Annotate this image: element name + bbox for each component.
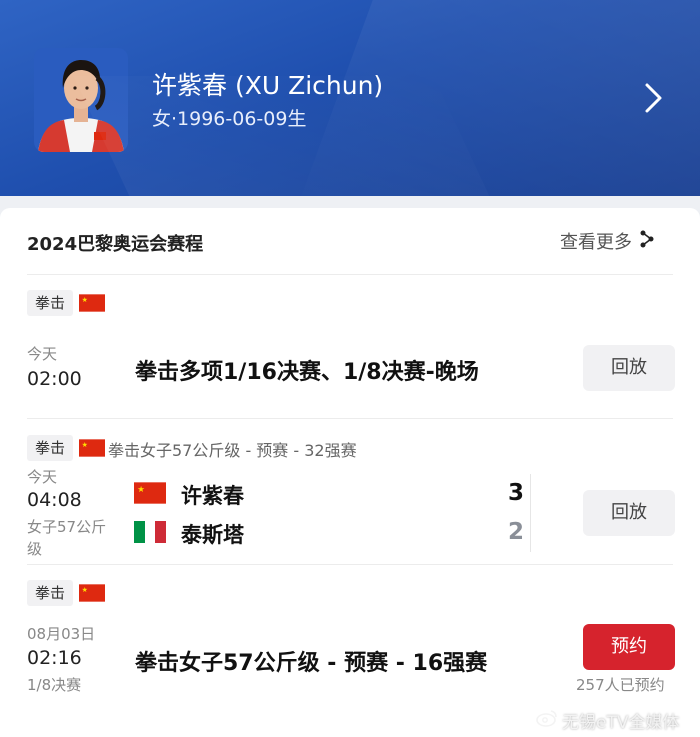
- sport-tag: 拳击: [27, 290, 74, 316]
- replay-button[interactable]: 回放: [583, 345, 675, 391]
- event-day: 今天: [27, 345, 58, 363]
- see-more-label: 查看更多: [560, 232, 632, 253]
- event-note: 1/8决赛: [27, 676, 82, 694]
- see-more-link[interactable]: 查看更多: [560, 228, 654, 254]
- svg-text:★: ★: [137, 485, 145, 495]
- svg-text:★: ★: [82, 296, 88, 304]
- athlete-header[interactable]: 许紫春 (XU Zichun) 女·1996-06-09生: [0, 0, 700, 196]
- competitor-name: 泰斯塔: [181, 523, 244, 547]
- chevron-right-icon[interactable]: [636, 80, 672, 116]
- svg-text:★: ★: [82, 441, 88, 449]
- schedule-card: 2024巴黎奥运会赛程 查看更多 拳击 ★ 今天 02:00 拳击多项1/16决…: [0, 208, 700, 737]
- china-flag-icon: ★: [134, 482, 166, 504]
- competitor-score: 2: [507, 519, 524, 545]
- watermark-text: 无锡eTV全媒体: [562, 713, 680, 733]
- competitor-score: 3: [507, 480, 524, 506]
- svg-text:★: ★: [82, 586, 88, 594]
- more-arrows-icon: [640, 230, 654, 252]
- divider: [27, 564, 673, 565]
- competitor-name: 许紫春: [181, 484, 244, 508]
- athlete-avatar: [34, 48, 128, 152]
- italy-flag-icon: [134, 521, 167, 543]
- event-note: 女子57公斤级: [27, 518, 107, 558]
- event-time: 02:00: [27, 368, 82, 390]
- reserve-button[interactable]: 预约: [583, 624, 675, 670]
- sport-tag: 拳击: [27, 435, 74, 461]
- watermark: 无锡eTV全媒体: [536, 708, 679, 733]
- china-flag-icon: ★: [79, 439, 105, 457]
- divider: [27, 418, 673, 419]
- event-subtitle: 拳击女子57公斤级 - 预赛 - 32强赛: [108, 441, 357, 460]
- replay-button[interactable]: 回放: [583, 490, 675, 536]
- sport-tag: 拳击: [27, 580, 74, 606]
- athlete-name: 许紫春 (XU Zichun): [152, 71, 384, 100]
- reserve-count: 257人已预约: [576, 676, 665, 694]
- athlete-meta: 女·1996-06-09生: [152, 108, 307, 130]
- china-flag-icon: ★: [79, 584, 105, 602]
- china-flag-icon: ★: [79, 294, 105, 312]
- event-time: 02:16: [27, 647, 82, 669]
- score-divider: [530, 474, 531, 552]
- event-day: 08月03日: [27, 625, 96, 643]
- divider: [27, 274, 673, 275]
- event-title[interactable]: 拳击多项1/16决赛、1/8决赛-晚场: [135, 354, 479, 386]
- event-day: 今天: [27, 468, 58, 486]
- weibo-icon: [536, 709, 558, 732]
- schedule-title: 2024巴黎奥运会赛程: [27, 234, 204, 255]
- event-title[interactable]: 拳击女子57公斤级 - 预赛 - 16强赛: [135, 645, 487, 677]
- event-time: 04:08: [27, 489, 82, 511]
